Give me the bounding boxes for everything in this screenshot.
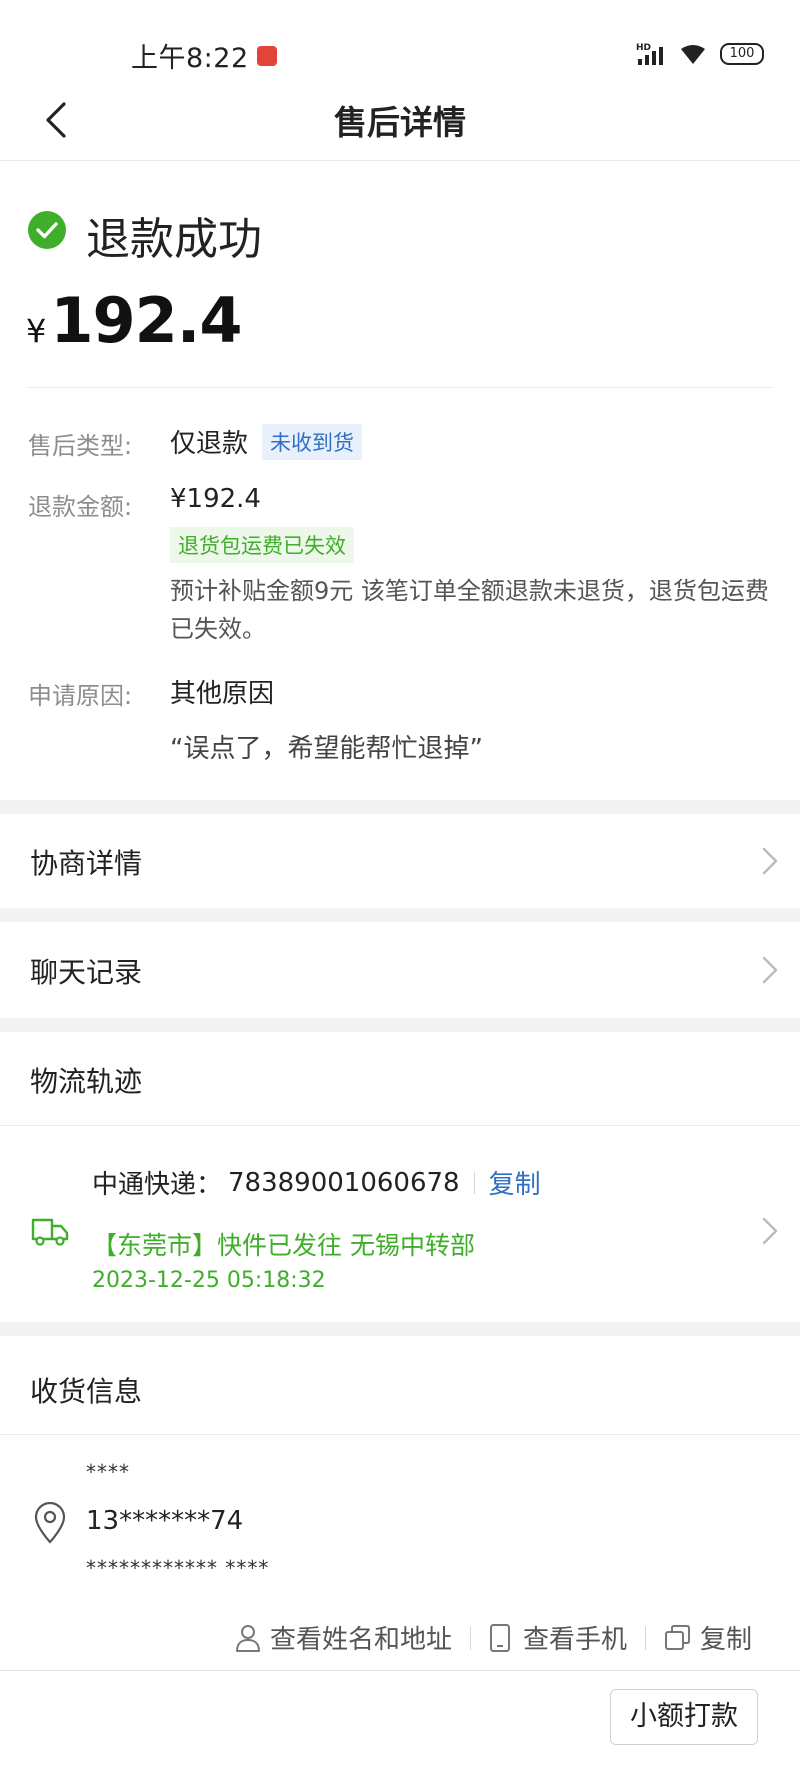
app-notification-icon [256,45,277,66]
signal-icon: HD [636,43,663,65]
wifi-icon [681,45,705,64]
view-phone-label: 查看手机 [523,1625,628,1655]
logistics-track-row[interactable]: 中通快递： 78389001060678 复制 【东莞市】快件已发往 无锡中转部… [0,1126,800,1322]
reason-value: 其他原因 [170,679,275,709]
subsidy-note: 预计补贴金额9元 该笔订单全额退款未退货，退货包运费已失效。 [170,577,769,643]
section-gap [0,908,800,922]
page-title: 售后详情 [334,103,466,142]
negotiation-row[interactable]: 协商详情 [0,814,800,908]
divider [0,1434,800,1435]
refund-status: 退款成功 [86,214,262,265]
logistics-event: 【东莞市】快件已发往 无锡中转部 [92,1231,475,1260]
refund-amount-label: 退款金额: [28,493,133,521]
logistics-time: 2023-12-25 05:18:32 [92,1268,326,1293]
copy-tracking-button[interactable]: 复制 [489,1164,541,1201]
view-phone-button[interactable]: 查看手机 [489,1619,627,1656]
receiver-actions: 查看姓名和地址 查看手机 复制 [234,1619,752,1656]
reason-quote: “误点了，希望能帮忙退掉” [170,734,483,764]
header-divider [0,160,800,161]
section-gap [0,800,800,814]
receiver-title: 收货信息 [30,1375,143,1408]
location-pin-icon [34,1502,66,1544]
person-icon [236,1624,260,1652]
status-bar-indicators: HD 100 [636,40,764,68]
receiver-name: **** [86,1460,130,1484]
refund-amount-value: ¥192.4 [170,484,261,514]
chevron-right-icon [762,956,778,984]
reason-label: 申请原因: [28,682,133,710]
divider [28,387,774,388]
footer-divider [0,1670,800,1671]
copy-icon [665,1624,691,1650]
small-payment-button[interactable]: 小额打款 [610,1689,758,1745]
aftersale-type-label: 售后类型: [28,432,133,460]
copy-address-label: 复制 [700,1625,753,1655]
type-tag: 未收到货 [262,424,362,460]
carrier-name: 中通快递： [92,1170,223,1200]
section-gap [0,1322,800,1336]
view-name-address-button[interactable]: 查看姓名和地址 [234,1619,452,1656]
logistics-title: 物流轨迹 [30,1065,143,1098]
amount-value: 192.4 [50,284,242,357]
chat-record-title: 聊天记录 [30,956,143,989]
success-check-icon [28,211,66,249]
chat-record-row[interactable]: 聊天记录 [0,922,800,1018]
svg-text:HD: HD [636,43,651,53]
chevron-right-icon [762,847,778,875]
currency-symbol: ¥ [26,312,47,350]
section-gap [0,1018,800,1032]
status-bar-time: 上午8:22 [131,36,277,75]
battery-icon: 100 [720,43,764,65]
refund-amount: ¥ 192.4 [26,284,242,357]
separator [473,1171,475,1194]
shipping-insurance-tag: 退货包运费已失效 [170,527,354,563]
aftersale-type-value: 仅退款 [170,429,249,459]
view-name-address-label: 查看姓名和地址 [270,1625,453,1655]
negotiation-title: 协商详情 [30,847,143,880]
truck-icon [31,1218,69,1246]
tracking-number: 78389001060678 [228,1167,460,1198]
separator [470,1625,472,1650]
separator [645,1625,647,1650]
receiver-phone: 13*******74 [86,1506,244,1536]
tracking-line: 中通快递： 78389001060678 复制 [92,1164,541,1201]
chevron-right-icon [762,1217,778,1245]
copy-address-button[interactable]: 复制 [664,1619,752,1656]
phone-icon [490,1623,511,1652]
clock-text: 上午8:22 [131,43,249,74]
receiver-address: ************ **** [86,1556,270,1580]
